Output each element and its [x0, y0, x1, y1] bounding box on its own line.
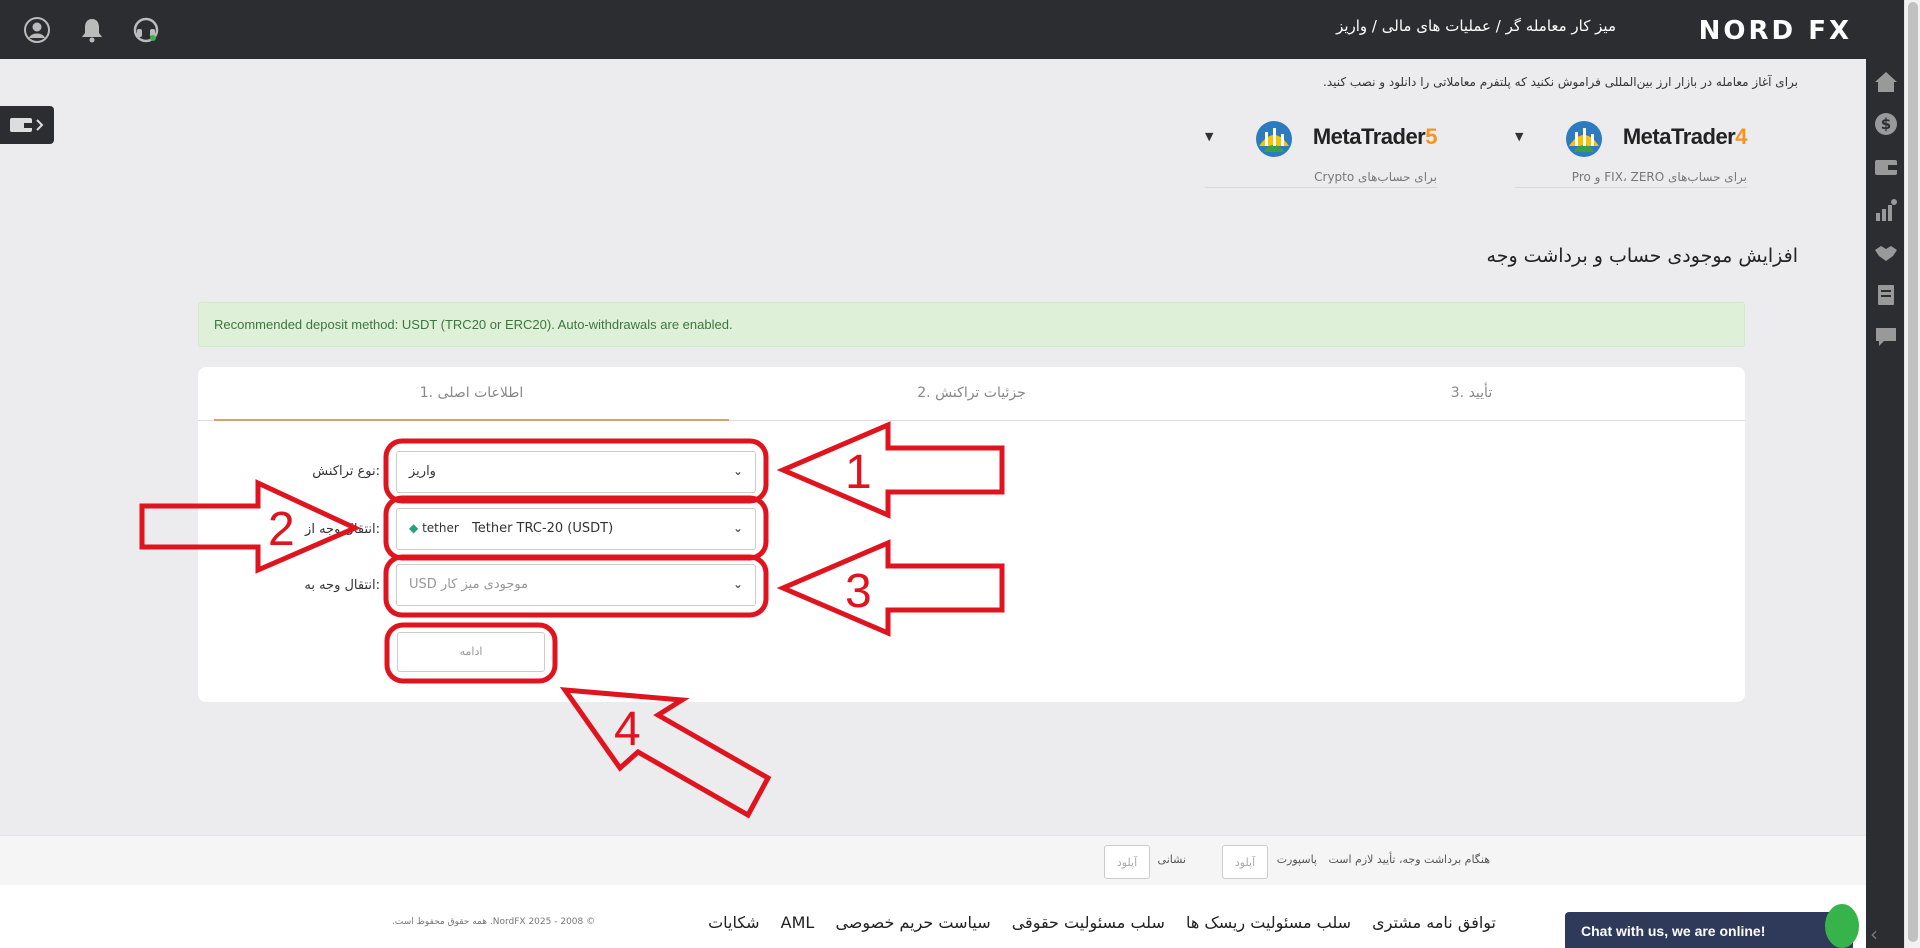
metatrader-logo-icon — [1256, 121, 1292, 157]
collapse-sidebar-icon[interactable]: ‹ — [1870, 922, 1878, 946]
transaction-type-select[interactable]: واریز ⌄ — [396, 451, 756, 493]
footer-link-legal-disclaimer[interactable]: سلب مسئولیت حقوقی — [1012, 913, 1165, 932]
chat-widget[interactable]: Chat with us, we are online! — [1565, 904, 1859, 948]
platform-notice: برای آغاز معامله در بازار ارز بین‌المللی… — [1323, 75, 1798, 89]
chevron-down-icon: ⌄ — [732, 521, 743, 535]
tab-confirm[interactable]: 3. تأیید — [1214, 367, 1729, 421]
page-scrollbar[interactable] — [1904, 0, 1920, 948]
wallet-icon — [10, 118, 44, 132]
dollar-icon[interactable]: $ — [1874, 112, 1898, 136]
platform-mt4[interactable]: MetaTrader4 برای حساب‌های FIX، ZERO و Pr… — [1515, 112, 1747, 188]
tab-main-info[interactable]: 1. اطلاعات اصلی — [214, 367, 729, 421]
online-indicator — [1825, 904, 1859, 948]
chart-icon[interactable] — [1874, 198, 1898, 222]
transfer-from-label: :انتقال وجه از — [305, 522, 380, 537]
user-icon[interactable] — [23, 16, 51, 44]
wallet-icon[interactable] — [1874, 155, 1898, 179]
footer-link-privacy-policy[interactable]: سیاست حریم خصوصی — [835, 913, 990, 932]
support-icon[interactable] — [132, 16, 160, 44]
footer-links: توافق نامه مشتری سلب مسئولیت ریسک ها سلب… — [692, 913, 1496, 932]
upload-address-button[interactable]: آپلود — [1104, 845, 1150, 879]
footer-link-client-agreement[interactable]: توافق نامه مشتری — [1372, 913, 1496, 932]
chevron-down-icon: ⌄ — [732, 464, 743, 478]
metatrader-logo-icon — [1566, 121, 1602, 157]
verification-note: هنگام برداشت وجه، تأیید لازم است — [1328, 853, 1490, 866]
transfer-to-label: :انتقال وجه به — [304, 578, 380, 593]
continue-button[interactable]: ادامه — [397, 632, 545, 672]
step-tabs: 1. اطلاعات اصلی 2. جزئیات تراکنش 3. تأیی… — [198, 367, 1745, 421]
platform-mt5[interactable]: MetaTrader5 برای حساب‌های Crypto ▼ — [1205, 112, 1437, 188]
footer-link-risk-disclaimer[interactable]: سلب مسئولیت ریسک ها — [1186, 913, 1351, 932]
tether-icon: ◆ — [409, 521, 419, 535]
copyright: © 2008 - 2025 NordFX. همه حقوق محفوظ است… — [392, 917, 596, 927]
breadcrumb: میز کار معامله گر / عملیات های مالی / وا… — [1336, 17, 1616, 35]
tether-logo: ◆ tether — [409, 521, 459, 535]
platform-caption: برای حساب‌های Crypto — [1314, 170, 1437, 184]
deposit-alert: Recommended deposit method: USDT (TRC20 … — [198, 302, 1745, 347]
verification-band: هنگام برداشت وجه، تأیید لازم است پاسپورت… — [0, 835, 1866, 885]
chevron-down-icon[interactable]: ▼ — [1205, 130, 1213, 143]
top-bar: NORD FX میز کار معامله گر / عملیات های م… — [0, 0, 1866, 59]
handshake-icon[interactable] — [1874, 241, 1898, 265]
document-icon[interactable] — [1874, 283, 1898, 307]
chevron-down-icon[interactable]: ▼ — [1515, 130, 1523, 143]
transfer-from-select[interactable]: ◆ tether Tether TRC-20 (USDT) ⌄ — [396, 508, 756, 550]
footer-link-aml[interactable]: AML — [781, 913, 815, 932]
page-title: افزایش موجودی حساب و برداشت وجه — [1486, 245, 1798, 267]
svg-text:$: $ — [1881, 115, 1891, 133]
brand-logo[interactable]: NORD FX — [1699, 16, 1852, 46]
bell-icon[interactable] — [78, 16, 106, 44]
upload-passport-button[interactable]: آپلود — [1222, 845, 1268, 879]
chat-icon[interactable] — [1874, 325, 1898, 349]
chevron-down-icon: ⌄ — [732, 577, 743, 591]
platform-caption: برای حساب‌های FIX، ZERO و Pro — [1571, 170, 1747, 184]
passport-label: پاسپورت — [1276, 853, 1317, 866]
scrollbar-thumb[interactable] — [1908, 2, 1918, 942]
transfer-to-select[interactable]: USD موجودی میز کار ⌄ — [396, 564, 756, 606]
right-sidebar: $ — [1866, 0, 1904, 948]
address-label: نشانی — [1157, 853, 1186, 866]
transaction-type-label: :نوع تراکنش — [312, 464, 380, 479]
wallet-toggle[interactable] — [0, 106, 54, 144]
footer-link-complaints[interactable]: شکایات — [708, 913, 760, 932]
home-icon[interactable] — [1874, 70, 1898, 94]
tab-transaction-details[interactable]: 2. جزئیات تراکنش — [714, 367, 1229, 421]
